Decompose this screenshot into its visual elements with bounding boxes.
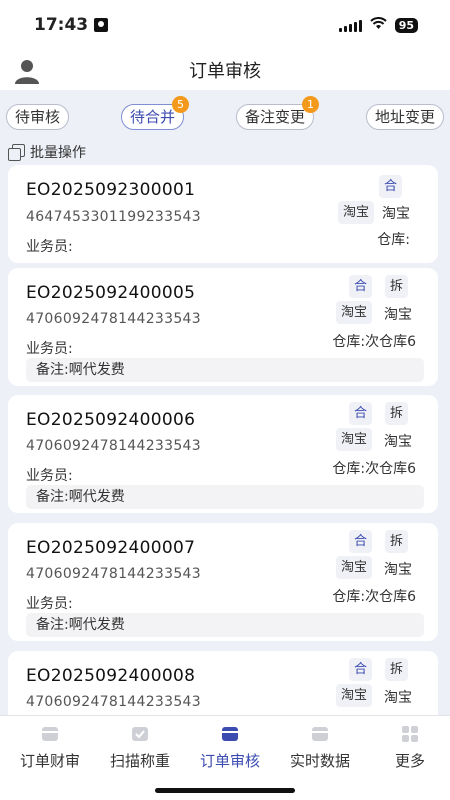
order-code: 4647453301199233543 xyxy=(26,209,201,225)
remark-box: 备注:啊代发费 xyxy=(26,485,424,509)
contact-icon xyxy=(94,18,109,32)
box-icon xyxy=(312,727,328,741)
split-button[interactable]: 拆 xyxy=(384,658,408,681)
batch-operation-button[interactable]: 批量操作 xyxy=(8,142,86,162)
shop-tag: 淘宝 xyxy=(384,434,412,450)
tab-scan-weigh[interactable]: 扫描称重 xyxy=(95,724,185,771)
filter-tab-pending-review[interactable]: 待审核 xyxy=(6,104,70,130)
order-card[interactable]: EO2025092400005 4706092478144233543 业务员:… xyxy=(8,268,438,386)
filter-tab-remark-change[interactable]: 备注变更 1 xyxy=(235,96,319,130)
shop-tag: 淘宝 xyxy=(384,307,412,323)
shop-tag: 淘宝 xyxy=(335,684,372,707)
order-number: EO2025092400006 xyxy=(26,410,196,430)
batch-operation-label: 批量操作 xyxy=(30,145,86,161)
status-time: 17:43 xyxy=(34,15,109,35)
order-number: EO2025092400007 xyxy=(26,538,196,558)
split-button[interactable]: 拆 xyxy=(384,530,408,553)
status-bar: 17:43 95 xyxy=(0,0,450,50)
count-badge: 5 xyxy=(172,96,189,113)
tab-more[interactable]: 更多 xyxy=(365,724,450,771)
filter-tab-label: 待审核 xyxy=(15,108,61,126)
scale-box-icon xyxy=(132,727,148,741)
count-badge: 1 xyxy=(301,96,319,113)
shop-tag: 淘宝 xyxy=(384,690,412,706)
home-indicator xyxy=(155,788,295,793)
remark-box: 备注:啊代发费 xyxy=(26,358,424,382)
order-code: 4706092478144233543 xyxy=(26,438,201,454)
merge-button[interactable]: 合 xyxy=(378,175,402,198)
filter-tabs: 待审核 待合并 5 备注变更 1 地址变更 xyxy=(6,96,444,130)
tab-label: 更多 xyxy=(394,752,425,770)
page-title: 订单审核 xyxy=(189,61,261,82)
wifi-icon xyxy=(370,16,387,34)
order-card[interactable]: EO2025092300001 4647453301199233543 业务员:… xyxy=(8,165,438,263)
merge-button[interactable]: 合 xyxy=(348,275,372,298)
split-button[interactable]: 拆 xyxy=(384,275,408,298)
split-button[interactable]: 拆 xyxy=(384,402,408,425)
tab-label: 订单财审 xyxy=(19,752,80,770)
order-code: 4706092478144233543 xyxy=(26,311,201,327)
filter-tab-label: 待合并 xyxy=(129,108,175,126)
tab-order-review[interactable]: 订单审核 xyxy=(185,724,275,771)
tab-label: 订单审核 xyxy=(199,752,260,770)
shop-tag: 淘宝 xyxy=(335,556,372,579)
box-icon xyxy=(222,727,238,741)
tab-label: 实时数据 xyxy=(289,752,350,770)
warehouse-label: 仓库: xyxy=(377,232,410,248)
box-icon xyxy=(42,727,58,741)
order-number: EO2025092400005 xyxy=(26,283,196,303)
filter-tab-label: 备注变更 xyxy=(244,108,305,126)
clerk-label: 业务员: xyxy=(26,468,73,484)
order-number: EO2025092400008 xyxy=(26,666,196,686)
clerk-label: 业务员: xyxy=(26,239,73,255)
remark-box: 备注:啊代发费 xyxy=(26,613,424,637)
order-list-area[interactable]: 待审核 待合并 5 备注变更 1 地址变更 批量操作 EO20250923000… xyxy=(0,90,450,715)
cellular-signal-icon xyxy=(338,19,362,32)
tab-label: 扫描称重 xyxy=(109,752,170,770)
batch-copy-icon xyxy=(8,144,25,161)
tab-order-finance-review[interactable]: 订单财审 xyxy=(5,724,95,771)
shop-tag: 淘宝 xyxy=(384,562,412,578)
user-avatar-icon[interactable] xyxy=(14,58,40,84)
shop-tag: 淘宝 xyxy=(335,301,372,324)
shop-tag: 淘宝 xyxy=(382,206,410,222)
filter-tab-address-change[interactable]: 地址变更 xyxy=(365,104,444,130)
order-card[interactable]: EO2025092400008 4706092478144233543 合 拆 … xyxy=(8,651,438,715)
clerk-label: 业务员: xyxy=(26,341,73,357)
warehouse-label: 仓库:次仓库6 xyxy=(332,334,416,350)
grid-icon xyxy=(402,726,418,742)
clock: 17:43 xyxy=(34,15,89,35)
order-card[interactable]: EO2025092400006 4706092478144233543 业务员:… xyxy=(8,395,438,513)
order-code: 4706092478144233543 xyxy=(26,566,201,582)
order-code: 4706092478144233543 xyxy=(26,694,201,710)
merge-button[interactable]: 合 xyxy=(348,658,372,681)
status-indicators: 95 xyxy=(338,16,418,34)
shop-tag: 淘宝 xyxy=(337,201,374,224)
filter-tab-label: 地址变更 xyxy=(374,108,435,126)
filter-tab-pending-merge[interactable]: 待合并 5 xyxy=(120,96,189,130)
tab-realtime-data[interactable]: 实时数据 xyxy=(275,724,365,771)
order-card[interactable]: EO2025092400007 4706092478144233543 业务员:… xyxy=(8,523,438,641)
clerk-label: 业务员: xyxy=(26,596,73,612)
order-number: EO2025092300001 xyxy=(26,180,196,200)
warehouse-label: 仓库:次仓库6 xyxy=(332,589,416,605)
merge-button[interactable]: 合 xyxy=(348,402,372,425)
shop-tag: 淘宝 xyxy=(335,428,372,451)
battery-indicator: 95 xyxy=(394,17,418,33)
merge-button[interactable]: 合 xyxy=(348,530,372,553)
warehouse-label: 仓库:次仓库6 xyxy=(332,461,416,477)
nav-bar: 订单审核 xyxy=(0,50,450,90)
